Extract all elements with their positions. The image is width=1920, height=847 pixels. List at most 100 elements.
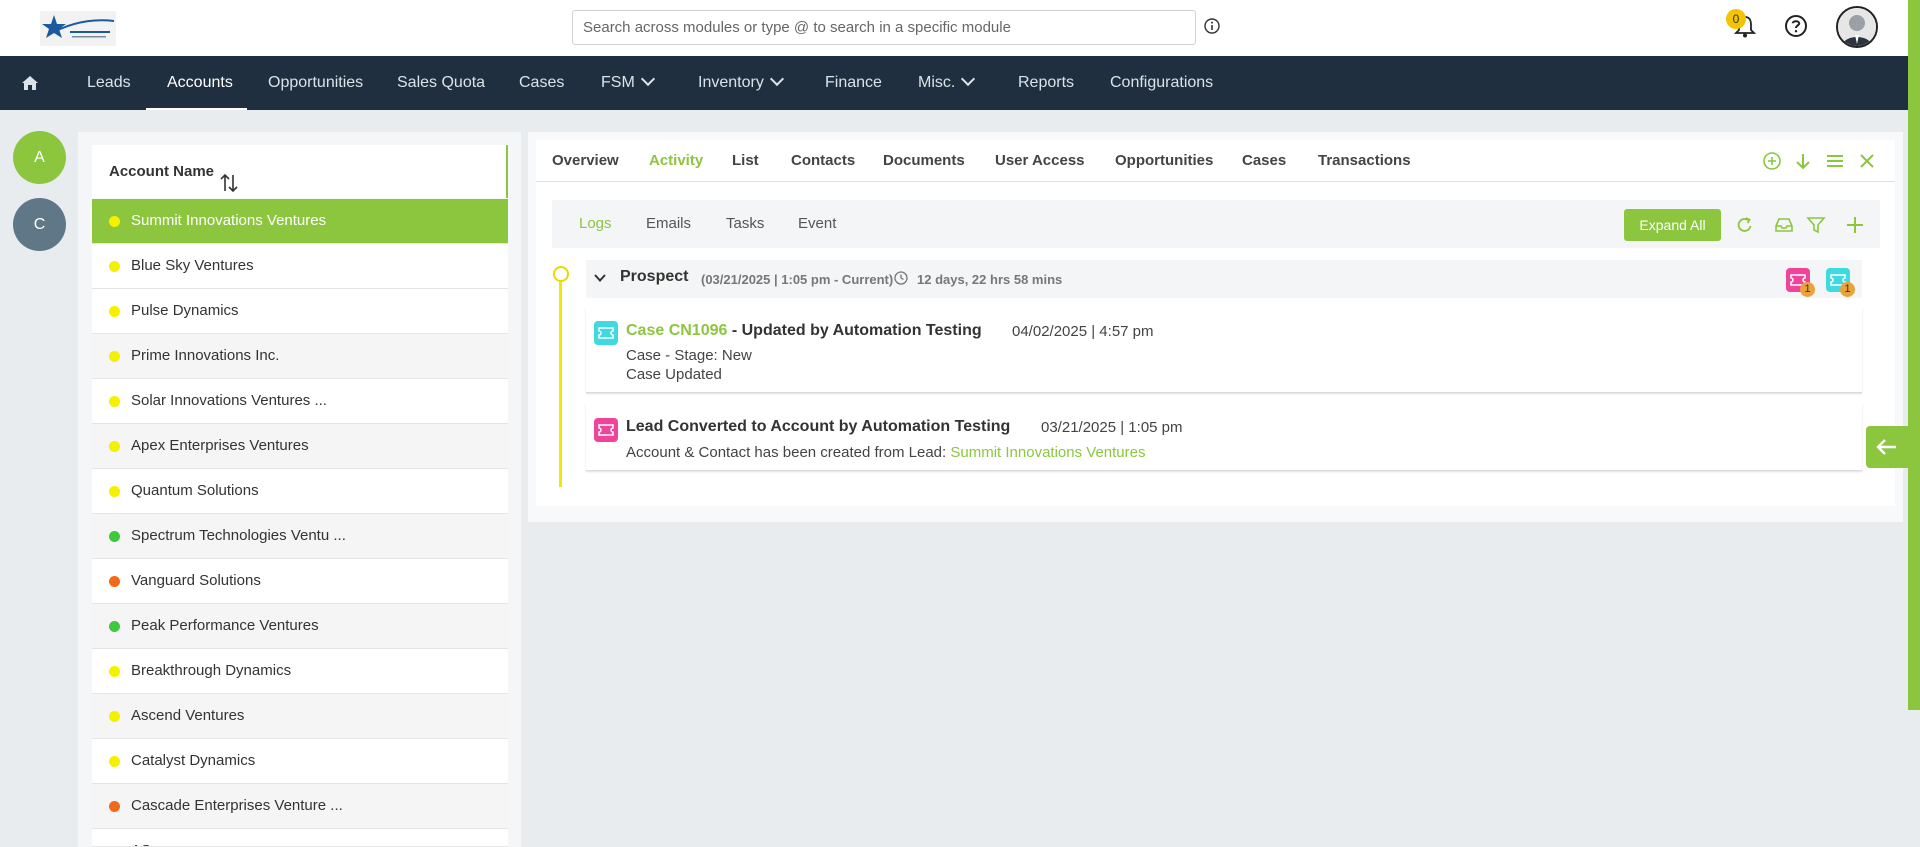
nav-fsm-label: FSM bbox=[601, 74, 635, 91]
tabs-divider bbox=[536, 181, 1895, 182]
nav-sales-quota[interactable]: Sales Quota bbox=[397, 56, 485, 110]
add-icon[interactable] bbox=[1845, 215, 1865, 235]
tab-cases[interactable]: Cases bbox=[1242, 140, 1286, 182]
filter-icon[interactable] bbox=[1806, 215, 1826, 235]
account-row[interactable]: Blue Sky Ventures bbox=[92, 244, 508, 289]
account-row[interactable]: Catalyst Dynamics bbox=[92, 739, 508, 784]
account-name: Quantum Solutions bbox=[131, 482, 259, 499]
account-row[interactable]: Pulse Dynamics bbox=[92, 289, 508, 334]
nav-cases[interactable]: Cases bbox=[519, 56, 564, 110]
info-icon[interactable] bbox=[1204, 18, 1220, 34]
nav-configurations[interactable]: Configurations bbox=[1110, 56, 1213, 110]
status-dot bbox=[109, 441, 120, 452]
status-dot bbox=[109, 801, 120, 812]
count-badge: 1 bbox=[1840, 282, 1855, 297]
account-name: Peak Performance Ventures bbox=[131, 617, 319, 634]
tab-overview[interactable]: Overview bbox=[552, 140, 619, 182]
case-link[interactable]: Case CN1096 bbox=[626, 322, 727, 339]
timeline-node bbox=[553, 266, 569, 282]
account-row[interactable]: Prime Innovations Inc. bbox=[92, 334, 508, 379]
account-row[interactable]: Summit Innovations Ventures bbox=[92, 199, 508, 244]
chevron-down-icon bbox=[769, 71, 784, 87]
timeline-line bbox=[559, 275, 562, 487]
tab-transactions[interactable]: Transactions bbox=[1318, 140, 1411, 182]
letter-filter-a[interactable]: A bbox=[13, 131, 66, 184]
tab-documents[interactable]: Documents bbox=[883, 140, 965, 182]
nav-misc-label: Misc. bbox=[918, 74, 956, 91]
log-date: 04/02/2025 | 4:57 pm bbox=[1012, 323, 1154, 340]
nav-misc[interactable]: Misc. bbox=[918, 56, 976, 110]
account-row[interactable]: Apex Enterprises Ventures bbox=[92, 424, 508, 469]
nav-opportunities[interactable]: Opportunities bbox=[268, 56, 363, 110]
account-name: Spectrum Technologies Ventu ... bbox=[131, 527, 346, 544]
top-bar: Search across modules or type @ to searc… bbox=[0, 0, 1908, 56]
log-detail-text: Account & Contact has been created from … bbox=[626, 444, 951, 461]
log-detail-line: Account & Contact has been created from … bbox=[626, 444, 1145, 461]
close-icon[interactable] bbox=[1857, 151, 1877, 171]
nav-active-underline bbox=[146, 108, 247, 110]
expand-all-button[interactable]: Expand All bbox=[1624, 209, 1721, 241]
tab-activity[interactable]: Activity bbox=[649, 140, 703, 182]
log-title: Case CN1096 - Updated by Automation Test… bbox=[626, 322, 982, 340]
stage-duration: 12 days, 22 hrs 58 mins bbox=[917, 272, 1063, 287]
account-row[interactable]: Peak Performance Ventures bbox=[92, 604, 508, 649]
subtab-event[interactable]: Event bbox=[798, 200, 836, 248]
status-dot bbox=[109, 711, 120, 722]
account-row[interactable]: Quantum Solutions bbox=[92, 469, 508, 514]
status-dot bbox=[109, 351, 120, 362]
log-date: 03/21/2025 | 1:05 pm bbox=[1041, 419, 1183, 436]
inbox-icon[interactable] bbox=[1774, 215, 1794, 235]
account-row[interactable]: Cascade Enterprises Venture ... bbox=[92, 784, 508, 829]
stage-title: Prospect bbox=[620, 268, 689, 285]
refresh-icon[interactable] bbox=[1735, 215, 1755, 235]
menu-icon[interactable] bbox=[1825, 151, 1845, 171]
log-title-text: - Updated by Automation Testing bbox=[727, 322, 982, 339]
nav-leads[interactable]: Leads bbox=[87, 56, 131, 110]
status-dot bbox=[109, 756, 120, 767]
help-icon[interactable] bbox=[1784, 14, 1808, 38]
nav-fsm[interactable]: FSM bbox=[601, 56, 655, 110]
subtab-logs[interactable]: Logs bbox=[579, 200, 612, 248]
status-dot bbox=[109, 666, 120, 677]
collapse-panel-button[interactable] bbox=[1866, 426, 1908, 468]
account-row[interactable]: Vanguard Solutions bbox=[92, 559, 508, 604]
nav-finance[interactable]: Finance bbox=[825, 56, 882, 110]
account-name: Catalyst Dynamics bbox=[131, 752, 256, 769]
log-title: Lead Converted to Account by Automation … bbox=[626, 418, 1011, 435]
nav-accounts[interactable]: Accounts bbox=[167, 56, 233, 110]
global-search-input[interactable]: Search across modules or type @ to searc… bbox=[572, 10, 1196, 45]
nav-reports[interactable]: Reports bbox=[1018, 56, 1074, 110]
account-row[interactable]: Spectrum Technologies Ventu ... bbox=[92, 514, 508, 559]
letter-filter-c[interactable]: C bbox=[13, 198, 66, 251]
account-row[interactable]: AS bbox=[92, 829, 508, 847]
tab-user-access[interactable]: User Access bbox=[995, 140, 1085, 182]
status-dot bbox=[109, 396, 120, 407]
account-row[interactable]: Solar Innovations Ventures ... bbox=[92, 379, 508, 424]
subtab-tasks[interactable]: Tasks bbox=[726, 200, 764, 248]
sort-icon[interactable] bbox=[220, 162, 238, 193]
ticket-icon bbox=[594, 418, 618, 442]
nav-inventory[interactable]: Inventory bbox=[698, 56, 784, 110]
account-name: Pulse Dynamics bbox=[131, 302, 239, 319]
user-avatar[interactable] bbox=[1836, 6, 1878, 48]
log-entry bbox=[586, 307, 1862, 393]
add-circle-icon[interactable] bbox=[1762, 151, 1782, 171]
account-row[interactable]: Breakthrough Dynamics bbox=[92, 649, 508, 694]
account-name: Breakthrough Dynamics bbox=[131, 662, 292, 679]
tab-list[interactable]: List bbox=[732, 140, 759, 182]
right-accent-strip bbox=[1908, 0, 1920, 710]
tab-contacts[interactable]: Contacts bbox=[791, 140, 855, 182]
tab-opportunities[interactable]: Opportunities bbox=[1115, 140, 1213, 182]
subtab-emails[interactable]: Emails bbox=[646, 200, 691, 248]
account-name: Apex Enterprises Ventures bbox=[131, 437, 309, 454]
account-name-header-label: Account Name bbox=[109, 163, 215, 180]
chevron-down-icon[interactable] bbox=[593, 271, 607, 285]
account-row[interactable]: Ascend Ventures bbox=[92, 694, 508, 739]
company-logo[interactable] bbox=[40, 11, 116, 46]
account-name-column-header[interactable]: Account Name bbox=[92, 145, 508, 198]
account-name: Prime Innovations Inc. bbox=[131, 347, 280, 364]
lead-link[interactable]: Summit Innovations Ventures bbox=[950, 444, 1145, 461]
arrow-down-icon[interactable] bbox=[1793, 151, 1813, 171]
home-icon[interactable] bbox=[21, 75, 39, 91]
chevron-down-icon bbox=[640, 71, 655, 87]
